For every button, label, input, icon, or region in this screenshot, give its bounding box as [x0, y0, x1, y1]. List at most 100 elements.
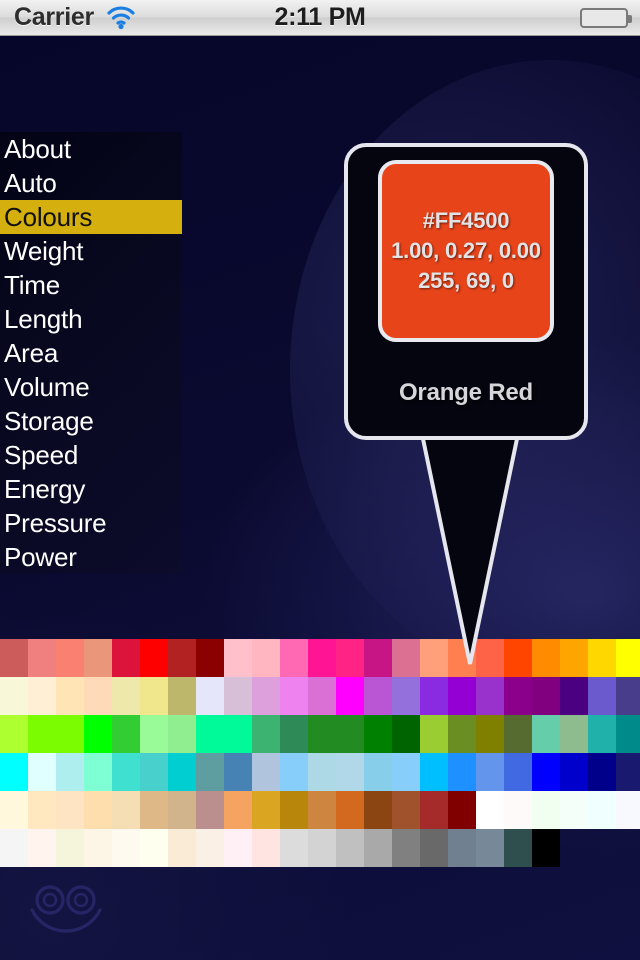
colour-cell[interactable] — [364, 677, 392, 715]
colour-cell[interactable] — [84, 639, 112, 677]
colour-cell[interactable] — [364, 791, 392, 829]
colour-cell[interactable] — [252, 791, 280, 829]
colour-cell[interactable] — [476, 829, 504, 867]
colour-cell[interactable] — [336, 677, 364, 715]
menu-item-auto[interactable]: Auto — [0, 166, 182, 200]
colour-cell[interactable] — [224, 829, 252, 867]
colour-cell[interactable] — [504, 677, 532, 715]
colour-cell[interactable] — [616, 715, 640, 753]
colour-cell[interactable] — [476, 677, 504, 715]
colour-cell[interactable] — [168, 639, 196, 677]
colour-cell[interactable] — [476, 753, 504, 791]
colour-cell[interactable] — [196, 791, 224, 829]
colour-cell[interactable] — [168, 715, 196, 753]
colour-cell[interactable] — [140, 677, 168, 715]
colour-cell[interactable] — [588, 639, 616, 677]
colour-cell[interactable] — [616, 753, 640, 791]
colour-cell[interactable] — [504, 791, 532, 829]
colour-cell[interactable] — [140, 753, 168, 791]
colour-cell[interactable] — [140, 639, 168, 677]
colour-cell[interactable] — [420, 753, 448, 791]
colour-cell[interactable] — [28, 791, 56, 829]
colour-cell[interactable] — [280, 677, 308, 715]
colour-cell[interactable] — [532, 829, 560, 867]
colour-cell[interactable] — [560, 753, 588, 791]
colour-cell[interactable] — [532, 715, 560, 753]
colour-cell[interactable] — [420, 791, 448, 829]
colour-cell[interactable] — [84, 715, 112, 753]
colour-cell[interactable] — [364, 715, 392, 753]
colour-cell[interactable] — [392, 753, 420, 791]
colour-cell[interactable] — [196, 639, 224, 677]
colour-cell[interactable] — [420, 829, 448, 867]
colour-cell[interactable] — [28, 829, 56, 867]
colour-cell[interactable] — [252, 753, 280, 791]
menu-item-weight[interactable]: Weight — [0, 234, 182, 268]
menu-item-pressure[interactable]: Pressure — [0, 506, 182, 540]
colour-cell[interactable] — [224, 791, 252, 829]
colour-cell[interactable] — [392, 715, 420, 753]
colour-cell[interactable] — [560, 677, 588, 715]
colour-cell[interactable] — [84, 829, 112, 867]
colour-cell[interactable] — [140, 829, 168, 867]
colour-cell[interactable] — [28, 753, 56, 791]
colour-cell[interactable] — [168, 753, 196, 791]
colour-cell[interactable] — [140, 791, 168, 829]
colour-cell[interactable] — [560, 715, 588, 753]
colour-cell[interactable] — [56, 791, 84, 829]
menu-item-length[interactable]: Length — [0, 302, 182, 336]
colour-cell[interactable] — [0, 829, 28, 867]
colour-cell[interactable] — [364, 753, 392, 791]
colour-cell[interactable] — [252, 715, 280, 753]
menu-item-time[interactable]: Time — [0, 268, 182, 302]
colour-cell[interactable] — [0, 715, 28, 753]
colour-cell[interactable] — [392, 791, 420, 829]
colour-cell[interactable] — [616, 791, 640, 829]
menu-item-energy[interactable]: Energy — [0, 472, 182, 506]
colour-cell[interactable] — [168, 829, 196, 867]
menu-item-volume[interactable]: Volume — [0, 370, 182, 404]
colour-cell[interactable] — [0, 753, 28, 791]
colour-cell[interactable] — [252, 677, 280, 715]
menu-item-storage[interactable]: Storage — [0, 404, 182, 438]
colour-cell[interactable] — [616, 677, 640, 715]
colour-cell[interactable] — [112, 715, 140, 753]
colour-cell[interactable] — [532, 753, 560, 791]
menu-item-about[interactable]: About — [0, 132, 182, 166]
colour-cell[interactable] — [84, 791, 112, 829]
colour-cell[interactable] — [112, 677, 140, 715]
colour-cell[interactable] — [224, 753, 252, 791]
colour-cell[interactable] — [532, 677, 560, 715]
colour-cell[interactable] — [0, 677, 28, 715]
colour-cell[interactable] — [588, 677, 616, 715]
menu-item-colours[interactable]: Colours — [0, 200, 182, 234]
colour-cell[interactable] — [448, 791, 476, 829]
colour-cell[interactable] — [224, 715, 252, 753]
colour-cell[interactable] — [448, 829, 476, 867]
colour-cell[interactable] — [28, 639, 56, 677]
colour-cell[interactable] — [308, 791, 336, 829]
colour-cell[interactable] — [336, 639, 364, 677]
colour-cell[interactable] — [616, 639, 640, 677]
colour-cell[interactable] — [28, 677, 56, 715]
colour-cell[interactable] — [112, 829, 140, 867]
colour-cell[interactable] — [308, 753, 336, 791]
colour-cell[interactable] — [280, 639, 308, 677]
colour-cell[interactable] — [84, 677, 112, 715]
colour-cell[interactable] — [56, 829, 84, 867]
menu-item-area[interactable]: Area — [0, 336, 182, 370]
colour-cell[interactable] — [224, 677, 252, 715]
colour-cell[interactable] — [308, 639, 336, 677]
colour-cell[interactable] — [420, 677, 448, 715]
colour-cell[interactable] — [532, 791, 560, 829]
colour-cell[interactable] — [196, 753, 224, 791]
colour-cell[interactable] — [56, 715, 84, 753]
colour-cell[interactable] — [560, 639, 588, 677]
colour-cell[interactable] — [308, 829, 336, 867]
category-menu[interactable]: About Auto Colours Weight Time Length Area Volu… — [0, 132, 182, 573]
colour-cell[interactable] — [448, 677, 476, 715]
colour-cell[interactable] — [112, 791, 140, 829]
colour-cell[interactable] — [364, 829, 392, 867]
colour-cell[interactable] — [504, 829, 532, 867]
colour-cell[interactable] — [0, 791, 28, 829]
